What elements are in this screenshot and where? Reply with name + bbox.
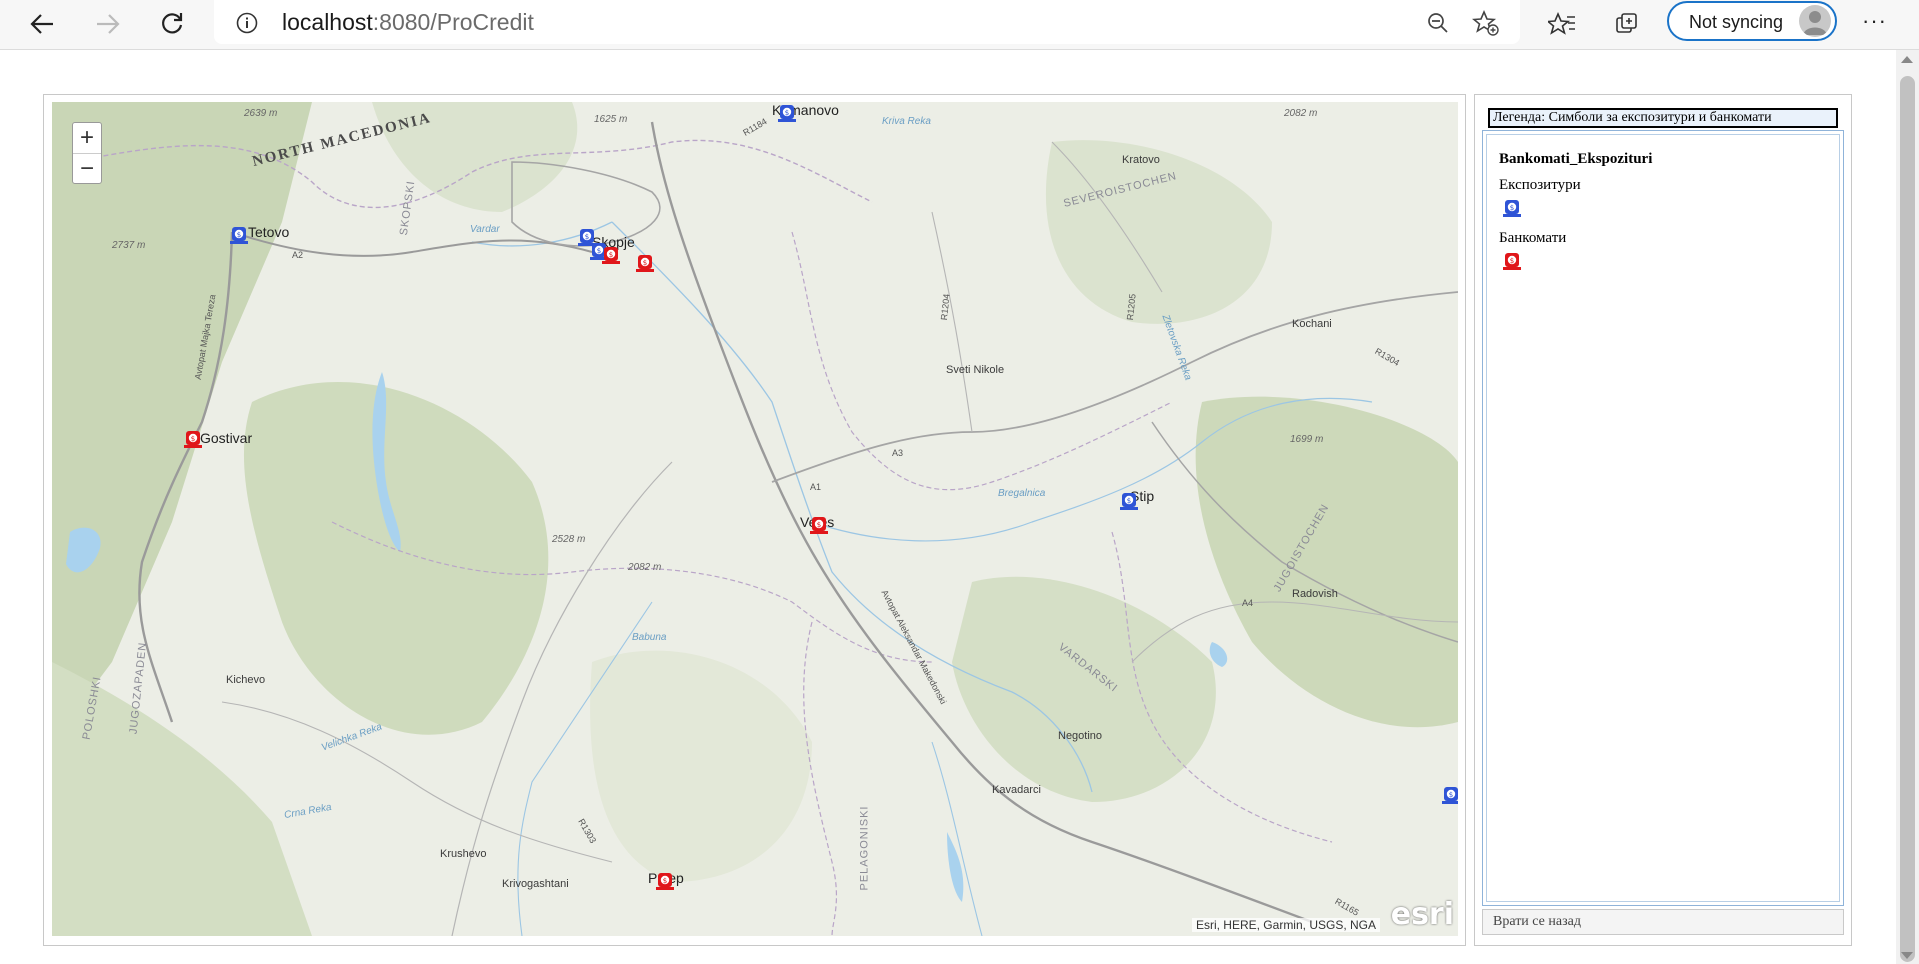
river-label: Bregalnica — [998, 488, 1046, 499]
legend-box: Bankomati_Ekspozituri Експозитури $ Банк… — [1482, 130, 1844, 906]
zoom-in-button[interactable]: + — [73, 123, 101, 153]
svg-text:$: $ — [817, 521, 821, 529]
site-info-icon[interactable] — [236, 12, 258, 34]
svg-text:$: $ — [1127, 497, 1131, 505]
elevation-label: 1699 m — [1290, 434, 1324, 445]
avatar — [1799, 5, 1831, 37]
svg-text:$: $ — [609, 251, 613, 259]
road-label: A2 — [292, 250, 304, 260]
svg-text:$: $ — [643, 259, 647, 267]
address-bar[interactable]: localhost:8080/ProCredit — [214, 0, 1520, 44]
elevation-label: 1625 m — [594, 114, 628, 125]
add-favorite-icon[interactable] — [1472, 9, 1500, 37]
place-label: Krushevo — [440, 848, 487, 860]
svg-text:$: $ — [1449, 791, 1453, 799]
elevation-label: 2082 m — [628, 562, 662, 573]
road-label: A4 — [1242, 598, 1254, 608]
esri-logo: esri — [1390, 897, 1454, 932]
road-label: A1 — [810, 482, 822, 492]
legend-layer-name: Bankomati_Ekspozituri — [1499, 151, 1653, 167]
branch-marker-icon[interactable]: $ — [228, 224, 250, 246]
scrollbar-thumb[interactable] — [1900, 76, 1915, 962]
back-arrow-icon[interactable] — [22, 4, 62, 44]
svg-text:$: $ — [1510, 257, 1514, 265]
legend-branches-label: Експозитури — [1499, 177, 1581, 193]
sync-label: Not syncing — [1689, 12, 1784, 32]
atm-marker-icon[interactable]: $ — [182, 428, 204, 450]
place-label: Kochani — [1292, 318, 1332, 330]
legend-title[interactable]: Легенда: Симболи за експозитури и банком… — [1488, 108, 1838, 128]
map-view[interactable]: + − NORTH MACEDONIA Skopje Tetovo Gostiv… — [52, 102, 1458, 936]
place-label: Kichevo — [226, 674, 266, 686]
atm-marker-icon[interactable]: $ — [634, 252, 656, 274]
elevation-label: 2737 m — [112, 240, 146, 251]
branch-marker-icon: $ — [1501, 197, 1523, 219]
refresh-icon[interactable] — [152, 4, 192, 44]
elevation-label: 2528 m — [552, 534, 586, 545]
place-label: Tetovo — [248, 224, 290, 240]
atm-marker-icon: $ — [1501, 250, 1523, 272]
river-label: Babuna — [632, 632, 667, 643]
river-label: Vardar — [470, 224, 500, 235]
place-label: Gostivar — [200, 430, 253, 446]
svg-text:$: $ — [1510, 204, 1514, 212]
branch-marker-icon[interactable]: $ — [1118, 490, 1140, 512]
svg-text:$: $ — [785, 109, 789, 117]
place-label: Radovish — [1292, 588, 1338, 600]
back-button[interactable]: Врати се назад — [1482, 909, 1844, 935]
scroll-up-icon[interactable] — [1901, 56, 1913, 63]
place-label: Sveti Nikole — [946, 364, 1005, 376]
favorites-icon[interactable] — [1542, 4, 1582, 44]
road-label: A3 — [892, 448, 904, 458]
svg-text:$: $ — [191, 435, 195, 443]
url-text[interactable]: localhost:8080/ProCredit — [282, 9, 534, 36]
place-label: Negotino — [1058, 730, 1103, 742]
more-menu-icon[interactable]: ··· — [1862, 8, 1887, 34]
forward-arrow-icon[interactable] — [88, 4, 128, 44]
place-label: Kavadarci — [992, 784, 1041, 796]
legend-content: Bankomati_Ekspozituri Експозитури $ Банк… — [1486, 134, 1840, 902]
svg-text:$: $ — [237, 231, 241, 239]
atm-marker-icon[interactable]: $ — [808, 514, 830, 536]
atm-marker-icon[interactable]: $ — [654, 870, 676, 892]
place-label: Kratovo — [1122, 154, 1160, 166]
sync-profile-button[interactable]: Not syncing — [1667, 1, 1837, 41]
map-attribution: Esri, HERE, Garmin, USGS, NGA — [1191, 918, 1380, 932]
browser-toolbar: localhost:8080/ProCredit Not syncing ··· — [0, 0, 1919, 50]
elevation-label: 2082 m — [1284, 108, 1318, 119]
branch-marker-icon[interactable]: $ — [776, 102, 798, 124]
collections-icon[interactable] — [1607, 4, 1647, 44]
place-label: Krivogashtani — [502, 878, 569, 890]
region-label: PELAGONISKI — [858, 805, 871, 891]
scroll-down-icon[interactable] — [1901, 952, 1913, 959]
zoom-out-button[interactable]: − — [73, 153, 101, 184]
elevation-label: 2639 m — [244, 108, 278, 119]
zoom-out-icon[interactable] — [1426, 11, 1450, 35]
zoom-control: + − — [72, 122, 102, 184]
branch-marker-icon[interactable]: $ — [1440, 784, 1458, 806]
legend-atms-label: Банкомати — [1499, 230, 1567, 246]
atm-marker-icon[interactable]: $ — [600, 244, 622, 266]
vertical-scrollbar[interactable] — [1896, 50, 1919, 964]
river-label: Kriva Reka — [882, 116, 931, 127]
svg-text:$: $ — [663, 877, 667, 885]
